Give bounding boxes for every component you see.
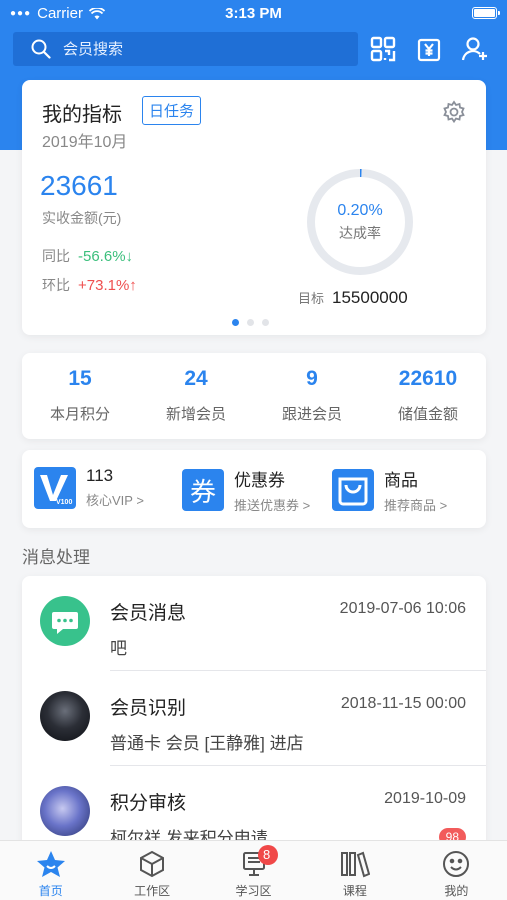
achievement-rate: 0.20% — [337, 202, 383, 219]
stat-stored-value[interactable]: 22610 储值金额 — [370, 353, 486, 439]
message-time: 2019-10-09 — [384, 790, 466, 807]
stat-label: 新增会员 — [165, 406, 226, 423]
list-item[interactable]: 会员识别 2018-11-15 00:00 普通卡 会员 [王静雅] 进店 — [22, 671, 486, 766]
status-time: 3:13 PM — [225, 5, 282, 22]
wallet-yuan-icon[interactable] — [414, 34, 444, 64]
stats-card: 15 本月积分 24 新增会员 9 跟进会员 22610 储值金额 — [22, 353, 486, 439]
tab-mine[interactable]: 我的 — [406, 841, 507, 900]
learning-badge: 8 — [258, 845, 278, 865]
stat-monthly-points[interactable]: 15 本月积分 — [22, 353, 138, 439]
status-bar: ●●● Carrier 3:13 PM — [0, 0, 507, 26]
yoy-label: 同比 — [42, 248, 70, 264]
page-indicator — [232, 319, 269, 326]
tab-label: 我的 — [444, 884, 469, 898]
search-input[interactable] — [63, 40, 323, 58]
qoq-label: 环比 — [42, 277, 70, 293]
avatar — [40, 786, 90, 836]
message-title: 会员消息 — [110, 603, 187, 624]
add-user-icon[interactable] — [460, 34, 490, 64]
qr-code-icon[interactable] — [368, 34, 398, 64]
message-body: 吧 — [110, 639, 127, 658]
book-icon — [203, 849, 304, 879]
vip-icon: V100 — [34, 466, 76, 509]
shortcuts-card: V100 113 核心VIP > 券 优惠券 推送优惠券 > 商品 推荐商品 > — [22, 450, 486, 528]
stat-new-members[interactable]: 24 新增会员 — [138, 353, 254, 439]
target-label: 目标 — [298, 291, 325, 306]
stat-label: 本月积分 — [49, 406, 110, 423]
svg-text:V100: V100 — [56, 499, 72, 506]
search-bar[interactable] — [13, 32, 358, 66]
achievement-rate-label: 达成率 — [339, 225, 381, 241]
shortcut-products[interactable]: 商品 推荐商品 > — [332, 466, 447, 514]
message-time: 2019-07-06 10:06 — [339, 600, 466, 617]
tab-label: 首页 — [38, 884, 63, 898]
metrics-card[interactable]: 我的指标 日任务 2019年10月 23661 实收金额(元) 同比 -56.6%… — [22, 80, 486, 335]
avatar — [40, 691, 90, 741]
qoq-row: 环比 +73.1%↑ — [42, 275, 137, 295]
shortcut-title: 优惠券 — [234, 471, 285, 490]
stat-value: 9 — [306, 367, 318, 390]
chat-bubble-icon — [40, 596, 90, 646]
tab-learning[interactable]: 学习区 — [203, 841, 304, 900]
stat-value: 22610 — [398, 367, 458, 390]
yoy-value: -56.6%↓ — [78, 248, 134, 265]
stat-label: 储值金额 — [397, 406, 458, 423]
message-time: 2018-11-15 00:00 — [340, 695, 466, 712]
shortcut-title: 113 — [86, 466, 114, 485]
shortcut-subtitle: 推荐商品 > — [384, 498, 448, 513]
home-star-icon — [0, 849, 101, 879]
tab-workspace[interactable]: 工作区 — [101, 841, 202, 900]
yoy-row: 同比 -56.6%↓ — [42, 246, 133, 266]
metric-date: 2019年10月 — [42, 134, 128, 151]
search-icon — [31, 39, 51, 59]
target-value: 15500000 — [332, 288, 408, 307]
revenue-amount: 23661 — [40, 170, 118, 201]
smile-icon — [406, 849, 507, 879]
stat-followup-members[interactable]: 9 跟进会员 — [254, 353, 370, 439]
message-title: 积分审核 — [110, 793, 187, 814]
library-icon — [304, 849, 405, 879]
message-title: 会员识别 — [110, 698, 187, 719]
page-dot — [247, 319, 254, 326]
page-dot — [232, 319, 239, 326]
achievement-ring: 0.20% 达成率 — [304, 166, 416, 278]
shortcut-coupon[interactable]: 券 优惠券 推送优惠券 > — [182, 466, 310, 514]
shortcut-subtitle: 推送优惠券 > — [234, 498, 311, 513]
qoq-value: +73.1%↑ — [78, 277, 137, 294]
tab-label: 课程 — [342, 884, 367, 898]
badge-count: 8 — [258, 845, 278, 865]
stat-value: 15 — [68, 367, 92, 390]
section-title: 消息处理 — [22, 548, 90, 567]
battery-icon — [472, 7, 500, 19]
tab-bar: 首页 工作区 学习区 课程 我的 8 — [0, 840, 507, 900]
tab-home[interactable]: 首页 — [0, 841, 101, 900]
shortcut-vip[interactable]: V100 113 核心VIP > — [34, 466, 144, 509]
cube-icon — [101, 849, 202, 879]
revenue-label: 实收金额(元) — [42, 210, 122, 226]
shortcut-title: 商品 — [384, 471, 418, 490]
message-body: 普通卡 会员 [王静雅] 进店 — [110, 734, 304, 753]
stat-value: 24 — [184, 367, 208, 390]
page-dot — [262, 319, 269, 326]
message-list: 会员消息 2019-07-06 10:06 吧 会员识别 2018-11-15 … — [22, 576, 486, 856]
tab-label: 工作区 — [134, 884, 171, 898]
tab-courses[interactable]: 课程 — [304, 841, 405, 900]
target-row: 目标 15500000 — [298, 288, 408, 308]
tab-label: 学习区 — [235, 884, 272, 898]
shortcut-subtitle: 核心VIP > — [86, 493, 144, 508]
list-item[interactable]: 会员消息 2019-07-06 10:06 吧 — [22, 576, 486, 671]
daily-task-tag[interactable]: 日任务 — [142, 96, 202, 125]
metric-title: 我的指标 — [42, 104, 122, 126]
shopping-bag-icon — [332, 469, 374, 511]
coupon-icon: 券 — [182, 469, 224, 511]
stat-label: 跟进会员 — [281, 406, 342, 423]
gear-icon[interactable] — [442, 100, 466, 129]
